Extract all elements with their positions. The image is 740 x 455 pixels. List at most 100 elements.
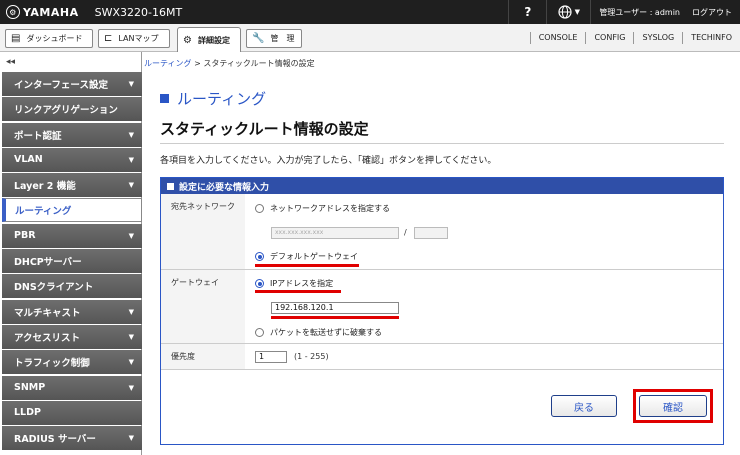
- priority-row: 優先度 1 (1 - 255): [161, 344, 723, 370]
- chevron-down-icon: ▼: [574, 8, 580, 16]
- sidebar-item-label: LLDP: [14, 407, 41, 419]
- title-divider: [160, 143, 724, 144]
- sidebar-item[interactable]: アクセスリスト ▼: [2, 324, 142, 349]
- sidebar-item[interactable]: DNSクライアント: [2, 274, 142, 299]
- sidebar-item[interactable]: DHCPサーバー: [2, 249, 142, 274]
- console-link[interactable]: CONSOLE: [529, 32, 586, 44]
- network-address-input[interactable]: xxx.xxx.xxx.xxx: [271, 227, 399, 239]
- highlight-underline: [255, 264, 359, 267]
- gateway-ip-radio[interactable]: [255, 279, 264, 288]
- back-button[interactable]: 戻る: [551, 395, 617, 417]
- sidebar-item-label: トラフィック制御: [14, 358, 90, 370]
- destination-network-radio[interactable]: [255, 204, 264, 213]
- discard-packets-option[interactable]: パケットを転送せずに破棄する: [255, 327, 382, 338]
- sidebar-item-label: Layer 2 機能: [14, 181, 76, 193]
- sidebar-item-label: VLAN: [14, 154, 43, 166]
- default-gateway-option[interactable]: デフォルトゲートウェイ: [255, 251, 358, 262]
- breadcrumb-current: スタティックルート情報の設定: [203, 59, 315, 68]
- sidebar-item[interactable]: ポート認証 ▼: [2, 122, 142, 147]
- model-name: SWX3220-16MT: [94, 5, 183, 19]
- destination-label: 宛先ネットワーク: [161, 194, 245, 269]
- panel-header-title: 設定に必要な情報入力: [179, 182, 270, 193]
- sidebar-item-label: DHCPサーバー: [14, 257, 82, 269]
- sidebar-item[interactable]: VLAN ▼: [2, 147, 142, 172]
- tab-lan-map[interactable]: ⊏ LANマップ: [98, 29, 170, 48]
- sidebar-item[interactable]: PBR ▼: [2, 223, 142, 248]
- section-marker-icon: [160, 94, 169, 103]
- sidebar-item-label: リンクアグリゲーション: [14, 105, 118, 117]
- panel-header: 設定に必要な情報入力: [161, 178, 723, 194]
- sidebar-item-label: SNMP: [14, 382, 46, 394]
- config-link[interactable]: CONFIG: [585, 32, 633, 44]
- gear-icon: ⚙: [183, 34, 192, 46]
- yamaha-logo: ⚙ YAMAHA: [6, 5, 79, 19]
- sidebar: ◂◂ インターフェース設定 ▼ リンクアグリゲーション ポート認証 ▼ VLAN ▼ Laye…: [0, 52, 142, 455]
- tab-dashboard[interactable]: ▤ ダッシュボード: [5, 29, 93, 48]
- sidebar-item[interactable]: トラフィック制御 ▼: [2, 350, 142, 375]
- user-label: 管理ユーザー : admin: [590, 0, 688, 24]
- highlight-underline: [271, 316, 399, 319]
- brand-name: YAMAHA: [23, 5, 79, 19]
- priority-input[interactable]: 1: [255, 351, 287, 363]
- sidebar-item-label: アクセスリスト: [14, 332, 81, 344]
- sidebar-item[interactable]: RADIUS サーバー ▼: [2, 426, 142, 451]
- logout-link[interactable]: ログアウト: [688, 0, 740, 24]
- techinfo-link[interactable]: TECHINFO: [682, 32, 740, 44]
- destination-network-label: ネットワークアドレスを指定する: [270, 204, 390, 213]
- gateway-ip-input[interactable]: 192.168.120.1: [271, 302, 399, 314]
- sidebar-item-label: PBR: [14, 230, 36, 242]
- discard-packets-radio[interactable]: [255, 328, 264, 337]
- sidebar-item-label: マルチキャスト: [14, 307, 81, 319]
- breadcrumb: ルーティング > スタティックルート情報の設定: [144, 58, 315, 69]
- syslog-link[interactable]: SYSLOG: [633, 32, 682, 44]
- priority-range: (1 - 255): [294, 352, 329, 361]
- chevron-down-icon: ▼: [128, 181, 134, 190]
- prefix-length-input[interactable]: [414, 227, 448, 239]
- confirm-button[interactable]: 確認: [639, 395, 707, 417]
- gateway-ip-option[interactable]: IPアドレスを指定: [255, 278, 333, 289]
- sidebar-item-label: ポート認証: [14, 130, 62, 142]
- gateway-label: ゲートウェイ: [161, 270, 245, 343]
- sidebar-item[interactable]: ルーティング: [2, 198, 142, 223]
- priority-label: 優先度: [161, 344, 245, 369]
- sidebar-item[interactable]: SNMP ▼: [2, 375, 142, 400]
- chevron-down-icon: ▼: [128, 434, 134, 443]
- sidebar-item[interactable]: インターフェース設定 ▼: [2, 72, 142, 96]
- panel-header-square-icon: [167, 182, 174, 190]
- tab-advanced-settings[interactable]: ⚙ 詳細設定: [177, 27, 241, 52]
- sidebar-item-label: インターフェース設定: [14, 80, 108, 91]
- globe-icon: [558, 5, 572, 19]
- breadcrumb-routing-link[interactable]: ルーティング: [144, 59, 192, 68]
- settings-panel: 設定に必要な情報入力 宛先ネットワーク ネットワークアドレスを指定する xxx.…: [160, 177, 724, 445]
- default-gateway-label: デフォルトゲートウェイ: [270, 252, 358, 261]
- tab-lan-map-label: LANマップ: [118, 34, 159, 43]
- language-button[interactable]: ▼: [546, 0, 590, 24]
- tab-management-label: 管 理: [270, 34, 295, 43]
- chevron-down-icon: ▼: [128, 332, 134, 341]
- wrench-icon: 🔧: [252, 33, 265, 44]
- discard-packets-label: パケットを転送せずに破棄する: [270, 328, 382, 337]
- sidebar-item-label: ルーティング: [15, 206, 72, 218]
- default-gateway-radio[interactable]: [255, 252, 264, 261]
- chevron-down-icon: ▼: [128, 130, 134, 139]
- sidebar-item[interactable]: リンクアグリゲーション: [2, 97, 142, 122]
- chevron-down-icon: ▼: [128, 383, 134, 392]
- section-title-text: ルーティング: [177, 90, 267, 108]
- sidebar-item[interactable]: マルチキャスト ▼: [2, 299, 142, 324]
- page-title: スタティックルート情報の設定: [160, 120, 369, 138]
- tab-management[interactable]: 🔧 管 理: [246, 29, 302, 48]
- collapse-sidebar-icon[interactable]: ◂◂: [0, 52, 141, 72]
- sidebar-item[interactable]: LLDP: [2, 400, 142, 425]
- destination-row: 宛先ネットワーク ネットワークアドレスを指定する xxx.xxx.xxx.xxx…: [161, 194, 723, 270]
- nav-bar: ▤ ダッシュボード ⊏ LANマップ ⚙ 詳細設定 🔧 管 理 CONSOLE …: [0, 24, 740, 52]
- tab-dashboard-label: ダッシュボード: [26, 34, 83, 43]
- gateway-row: ゲートウェイ IPアドレスを指定 192.168.120.1 パケットを転送せず…: [161, 270, 723, 344]
- chevron-down-icon: ▼: [128, 358, 134, 367]
- sidebar-item[interactable]: Layer 2 機能 ▼: [2, 173, 142, 198]
- help-button[interactable]: ?: [508, 0, 546, 24]
- chevron-down-icon: ▼: [128, 307, 134, 316]
- breadcrumb-separator: >: [191, 59, 204, 68]
- chevron-down-icon: ▼: [128, 155, 134, 164]
- yamaha-emblem-icon: ⚙: [6, 5, 20, 19]
- destination-network-option[interactable]: ネットワークアドレスを指定する: [255, 203, 390, 214]
